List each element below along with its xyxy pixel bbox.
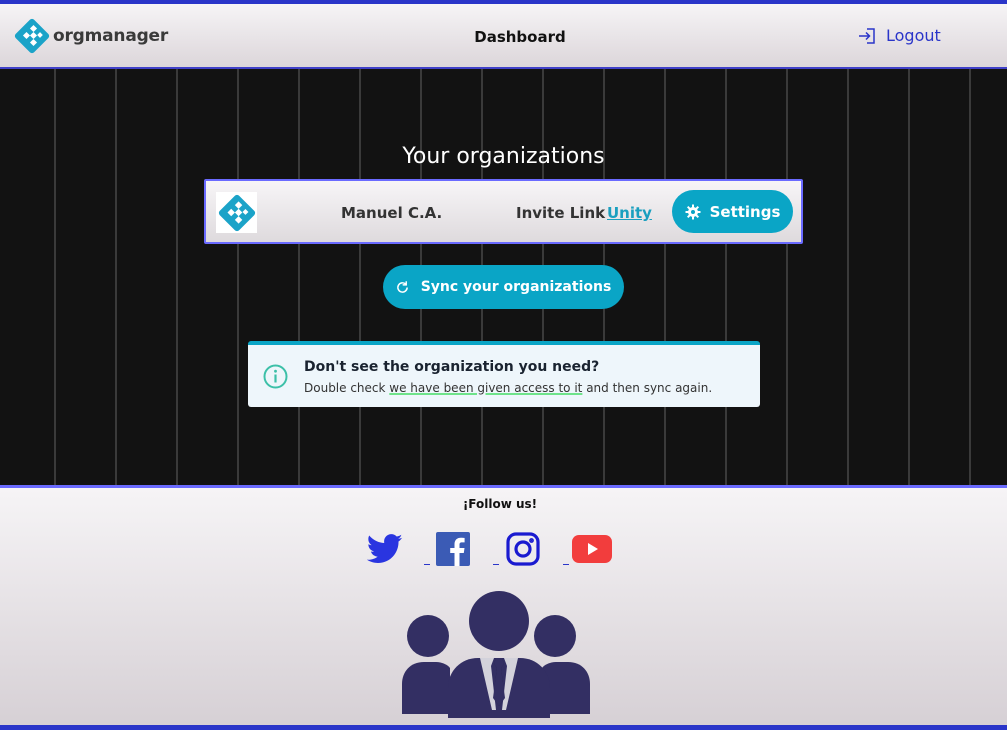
notice-text-start: Double check [304,381,390,395]
facebook-link[interactable] [433,532,473,566]
link-underline [563,564,569,565]
refresh-icon [396,280,408,293]
youtube-icon [572,535,612,563]
notice-text: Double check we have been given access t… [304,381,712,395]
top-bar: orgmanager Dashboard Logout [0,0,1007,69]
info-icon [263,364,288,389]
organization-logo-icon [218,194,255,231]
organization-name: Manuel C.A. [341,204,443,222]
logout-label: Logout [886,26,941,45]
sync-label: Sync your organizations [420,279,612,295]
settings-label: Settings [709,202,781,221]
invite-link[interactable]: Unity [607,204,652,222]
notice-title: Don't see the organization you need? [304,359,600,375]
section-title: Your organizations [402,144,605,169]
follow-us-label: ¡Follow us! [462,497,538,511]
info-notice: Don't see the organization you need? Dou… [248,341,760,407]
footer: ¡Follow us! [0,485,1007,730]
page-title: Dashboard [474,28,566,46]
organization-avatar [216,192,257,233]
sync-organizations-button[interactable]: Sync your organizations [383,265,624,309]
settings-button[interactable]: Settings [672,190,793,233]
main-content: Your organizations Manuel C.A. Invite Li… [0,69,1007,485]
notice-text-end: and then sync again. [582,381,713,395]
youtube-link[interactable] [572,532,612,566]
organization-card: Manuel C.A. Invite Link Unity Settings [204,179,803,244]
team-illustration-icon [402,591,590,718]
logout-button[interactable]: Logout [858,26,941,45]
link-underline [424,564,430,565]
notice-text-highlight: we have been given access to it [389,381,583,395]
twitter-link[interactable] [365,532,405,566]
logout-icon [859,27,875,44]
invite-link-label: Invite Link [516,204,606,222]
instagram-icon [506,532,540,566]
twitter-icon [367,534,403,563]
gear-icon [685,204,701,219]
instagram-link[interactable] [503,532,543,566]
facebook-icon [436,532,470,566]
link-underline [493,564,499,565]
